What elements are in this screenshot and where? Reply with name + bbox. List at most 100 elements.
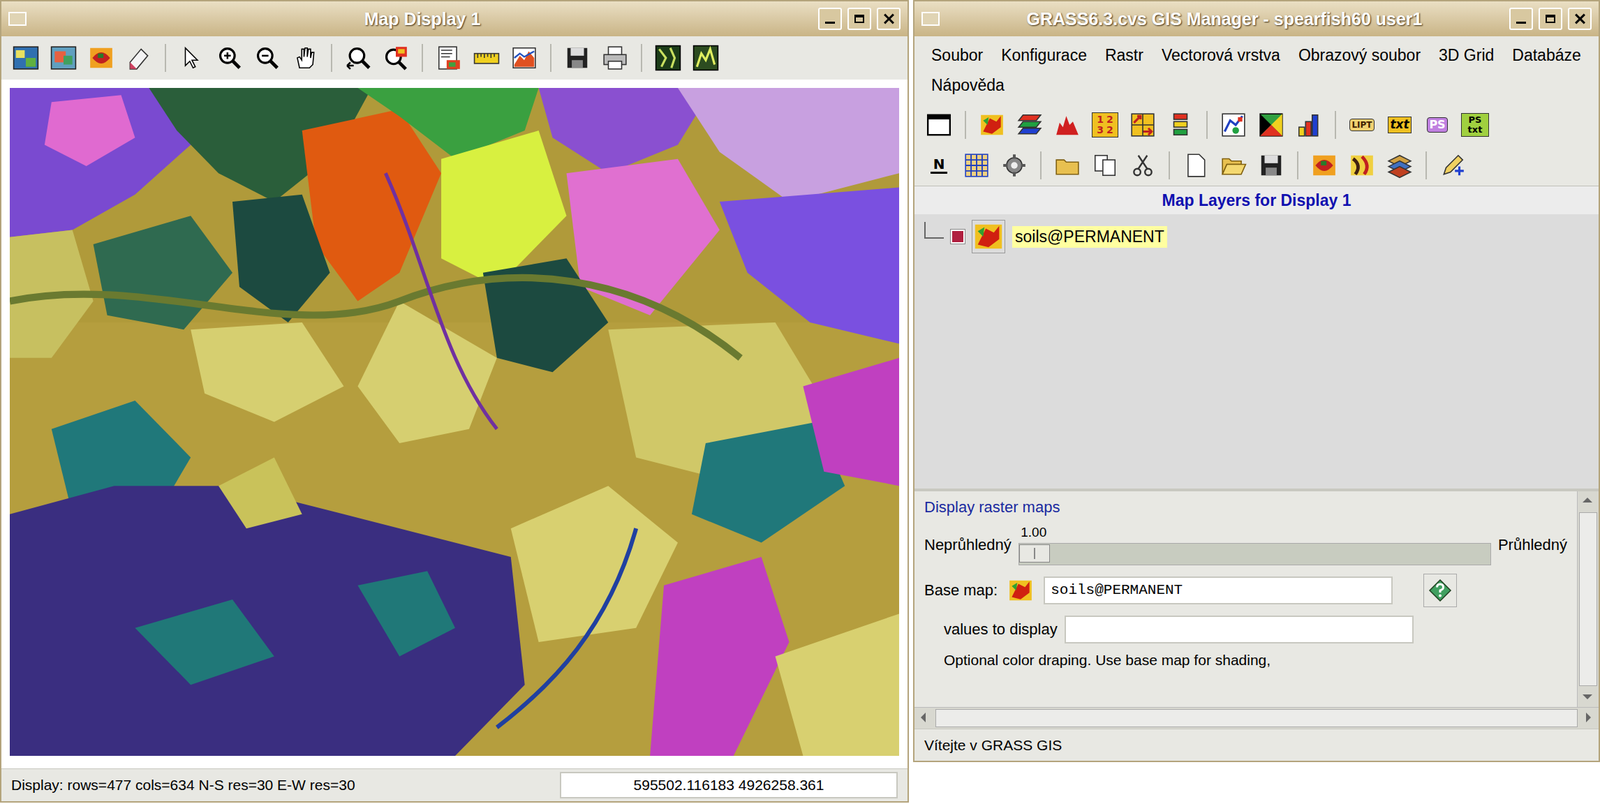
ps-text-button[interactable]: PS txt xyxy=(1457,107,1493,143)
thematic-button[interactable] xyxy=(1253,107,1289,143)
menu-item[interactable]: 3D Grid xyxy=(1438,46,1494,65)
display-map-button[interactable] xyxy=(8,40,44,76)
labels-button[interactable]: LIPT xyxy=(1344,107,1380,143)
toolbar-separator xyxy=(421,43,424,72)
erase-display-button[interactable] xyxy=(83,40,119,76)
layer-name[interactable]: soils@PERMANENT xyxy=(1012,226,1168,248)
save-icon xyxy=(1257,152,1285,179)
opacity-row: Neprůhledný1.00Průhledný xyxy=(924,524,1568,566)
zoomback-icon xyxy=(344,44,372,72)
toolbar-separator xyxy=(164,43,167,72)
opacity-value: 1.00 xyxy=(1018,524,1050,541)
query-button[interactable] xyxy=(431,40,467,76)
digitize-button[interactable] xyxy=(1435,147,1471,183)
add-shaded-button[interactable] xyxy=(1344,147,1380,183)
map-canvas[interactable] xyxy=(1,79,908,769)
menu-item[interactable]: Obrazový soubor xyxy=(1298,46,1421,65)
add-raster-button[interactable] xyxy=(974,107,1010,143)
barchart-icon xyxy=(1295,111,1323,139)
save-button[interactable] xyxy=(559,40,595,76)
profile-button[interactable] xyxy=(506,40,542,76)
text-button[interactable]: txt xyxy=(1382,107,1418,143)
thematic-icon xyxy=(1257,111,1285,139)
view-3d-button[interactable] xyxy=(688,40,724,76)
toolbar-separator xyxy=(1206,110,1208,139)
save-icon xyxy=(564,44,591,72)
zoom-display-button[interactable] xyxy=(46,40,81,76)
legend-button[interactable] xyxy=(1163,107,1198,143)
eraser-icon xyxy=(125,44,153,72)
histogram-button[interactable] xyxy=(1049,107,1085,143)
add-layers-button[interactable] xyxy=(1382,147,1418,183)
menu-item[interactable]: Vectorová vrstva xyxy=(1161,46,1281,65)
opacity-slider[interactable]: 1.00 xyxy=(1018,524,1492,566)
measure-button[interactable] xyxy=(469,40,505,76)
base-map-row: Base map:soils@PERMANENT xyxy=(924,573,1568,608)
new-workspace-button[interactable] xyxy=(1178,147,1214,183)
base-map-field[interactable]: soils@PERMANENT xyxy=(1043,576,1393,605)
zoomdisp-icon xyxy=(50,44,77,72)
menu-item[interactable]: Databáze xyxy=(1512,46,1581,65)
minimize-button[interactable] xyxy=(1509,7,1533,31)
layer-checkbox[interactable] xyxy=(950,229,965,244)
grid-button[interactable] xyxy=(959,147,995,183)
values-field[interactable] xyxy=(1064,615,1414,644)
zoom-back-button[interactable] xyxy=(340,40,376,76)
zoom-menu-button[interactable] xyxy=(378,40,414,76)
add-raster-2-button[interactable] xyxy=(1306,147,1342,183)
slider-track[interactable] xyxy=(1018,543,1492,566)
add-rgb-button[interactable] xyxy=(1012,107,1048,143)
menu-item[interactable]: Soubor xyxy=(931,46,983,65)
layer-tree: Map Layers for Display 1 soils@PERMANENT xyxy=(914,185,1599,489)
twod-icon xyxy=(654,44,682,72)
help-button[interactable] xyxy=(1423,573,1457,608)
add-vector-button[interactable] xyxy=(1216,107,1251,143)
draping-note: Optional color draping. Use base map for… xyxy=(924,652,1568,669)
rgb-icon xyxy=(1016,111,1043,139)
maximize-button[interactable] xyxy=(1538,7,1563,31)
pan-button[interactable] xyxy=(287,40,323,76)
menu-item[interactable]: Rastr xyxy=(1105,46,1144,65)
layer-tree-header: Map Layers for Display 1 xyxy=(914,186,1599,215)
title-bar[interactable]: GRASS6.3.cvs GIS Manager - spearfish60 u… xyxy=(914,1,1599,37)
options-title: Display raster maps xyxy=(924,498,1568,517)
delete-button[interactable] xyxy=(1125,147,1161,183)
eraser-button[interactable] xyxy=(121,40,157,76)
minimize-button[interactable] xyxy=(818,7,842,31)
pointer-button[interactable] xyxy=(174,40,210,76)
window-menu-icon[interactable] xyxy=(921,11,940,26)
duplicate-button[interactable] xyxy=(1087,147,1123,183)
toolbar-separator xyxy=(1040,151,1042,180)
select-map-button[interactable] xyxy=(1004,574,1037,607)
add-group-button[interactable] xyxy=(1049,147,1085,183)
horizontal-scrollbar[interactable] xyxy=(914,707,1599,729)
print-button[interactable] xyxy=(597,40,633,76)
gear-icon xyxy=(1001,152,1028,179)
open-workspace-button[interactable] xyxy=(1216,147,1251,183)
close-button[interactable] xyxy=(876,7,901,31)
window-title: Map Display 1 xyxy=(32,9,813,30)
reclass-button[interactable] xyxy=(1125,107,1161,143)
window-menu-icon[interactable] xyxy=(8,11,27,26)
postscript-button[interactable]: PS xyxy=(1419,107,1455,143)
north-arrow-button[interactable]: N xyxy=(921,147,957,183)
menu-item[interactable]: Konfigurace xyxy=(1001,46,1087,65)
command-button[interactable] xyxy=(996,147,1032,183)
slider-handle[interactable] xyxy=(1019,544,1050,563)
grid-icon xyxy=(963,152,990,179)
layer-row[interactable]: soils@PERMANENT xyxy=(914,214,1599,259)
new-display-button[interactable] xyxy=(921,107,957,143)
maximize-button[interactable] xyxy=(847,7,872,31)
menu-item[interactable]: Nápověda xyxy=(931,76,1005,95)
chart-button[interactable] xyxy=(1291,107,1327,143)
zoom-out-button[interactable] xyxy=(249,40,285,76)
zoom-in-button[interactable] xyxy=(212,40,248,76)
numbers-button[interactable]: 1232 xyxy=(1087,107,1123,143)
raster-icon xyxy=(978,111,1006,139)
pointer-icon xyxy=(178,44,206,72)
vertical-scrollbar[interactable] xyxy=(1576,491,1599,708)
save-workspace-button[interactable] xyxy=(1253,147,1289,183)
title-bar[interactable]: Map Display 1 xyxy=(1,1,908,37)
view-2d-button[interactable] xyxy=(650,40,686,76)
close-button[interactable] xyxy=(1567,7,1592,31)
